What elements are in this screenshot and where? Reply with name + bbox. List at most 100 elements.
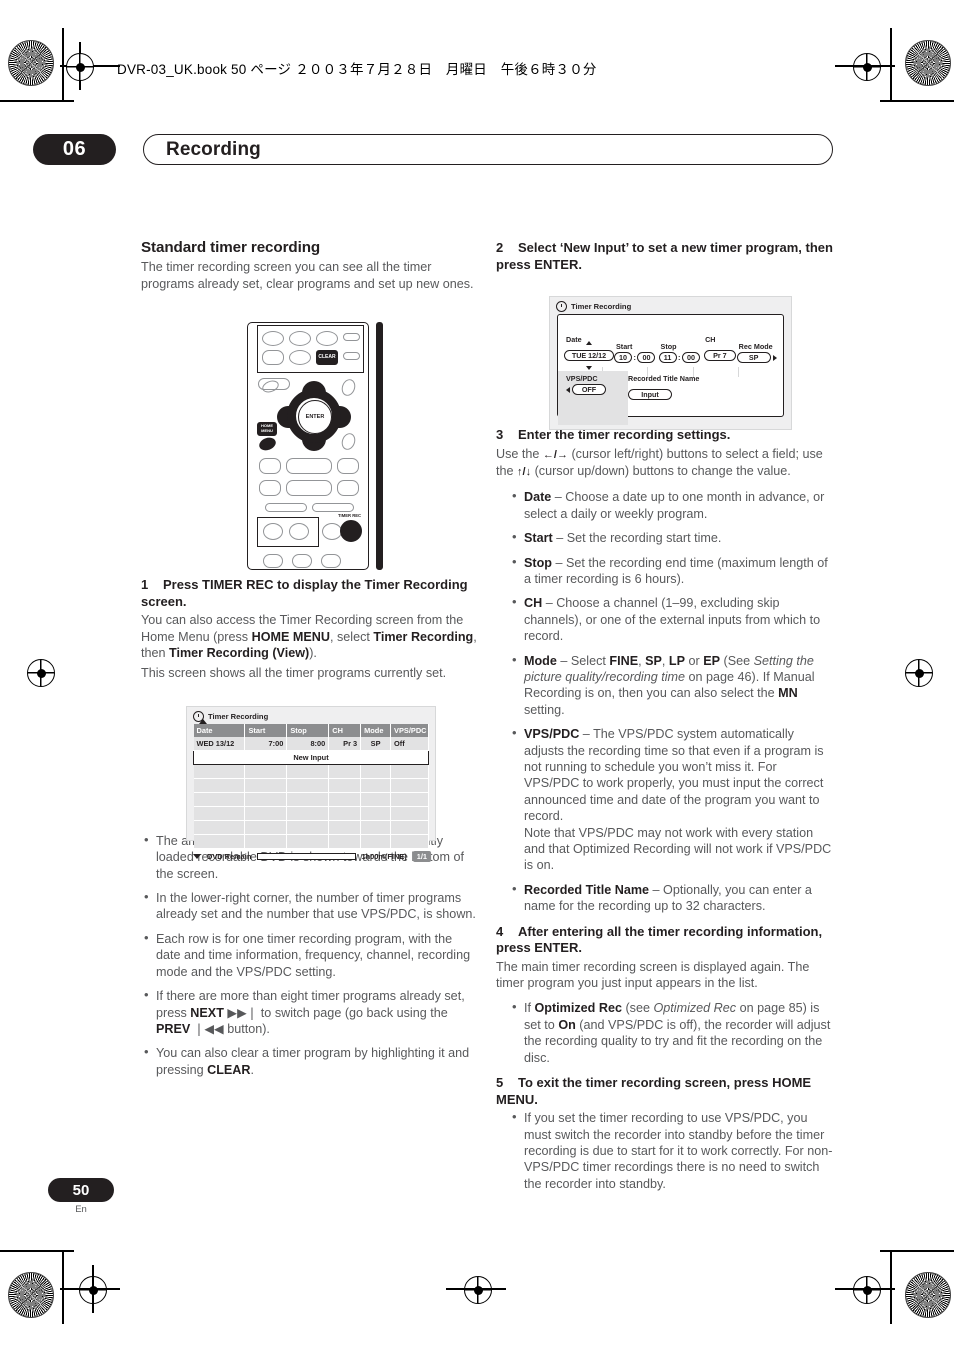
list-item: In the lower-right corner, the number of… xyxy=(141,889,478,923)
table-row[interactable] xyxy=(193,778,429,793)
date-field-value[interactable]: TUE 12/12 xyxy=(564,350,614,361)
start-hour-value[interactable]: 10 xyxy=(614,352,632,363)
cursor-dpad: ENTER xyxy=(277,381,351,451)
table-row[interactable] xyxy=(193,792,429,807)
registration-line-bottom-right xyxy=(835,1288,895,1290)
cell-empty xyxy=(390,764,429,779)
crop-mark-top xyxy=(0,100,74,102)
stop-field-label: Stop xyxy=(660,342,677,351)
table-row[interactable] xyxy=(193,806,429,821)
timer-rec-button-label: TIMER REC xyxy=(338,513,362,518)
ch-field-value[interactable]: Pr 7 xyxy=(703,350,736,361)
step-1-body: You can also access the Timer Recording … xyxy=(141,612,478,661)
cell-empty xyxy=(286,806,330,821)
halftone-circle-top-left xyxy=(8,40,54,86)
cell-empty xyxy=(193,792,246,807)
cell-empty xyxy=(286,792,330,807)
column-header-ch: CH xyxy=(328,724,362,737)
cell-empty xyxy=(244,806,288,821)
crop-mark-left-lower xyxy=(62,1250,64,1324)
step-1-text: Press TIMER REC to display the Timer Rec… xyxy=(141,577,468,609)
step-4-number: 4 xyxy=(496,923,504,939)
step-2-number: 2 xyxy=(496,240,504,255)
setting-term-recorded-title-name: Recorded Title Name xyxy=(524,882,650,897)
remote-button-lower xyxy=(259,458,281,474)
scroll-right-arrow-icon[interactable] xyxy=(772,354,777,361)
step-1-number: 1 xyxy=(141,577,149,593)
rec-mode-field[interactable]: Rec Mode SP xyxy=(736,342,777,363)
table-row[interactable] xyxy=(193,834,429,849)
optimized-rec-term: Optimized Rec xyxy=(534,1001,622,1016)
step-5-heading: 5 To exit the timer recording screen, pre… xyxy=(496,1075,833,1108)
ch-field[interactable]: CH Pr 7 xyxy=(703,335,737,363)
cell-empty xyxy=(328,792,362,807)
new-input-label: New Input xyxy=(193,750,429,765)
stop-hour-value[interactable]: 11 xyxy=(658,352,677,363)
cell-empty xyxy=(328,820,362,835)
scroll-left-arrow-icon[interactable] xyxy=(566,386,570,393)
cell-vpspdc: Off xyxy=(390,737,429,751)
step-1-body-part-g: ). xyxy=(309,646,317,661)
registration-line-bottom xyxy=(60,1288,120,1290)
bullet-clear-part-a: You can also clear a timer program by hi… xyxy=(156,1046,470,1077)
cell-empty xyxy=(360,764,392,779)
date-spin-down-icon[interactable] xyxy=(586,366,592,370)
mode-part-m: setting. xyxy=(524,702,565,717)
setting-term-stop: Stop xyxy=(524,555,552,570)
stop-field[interactable]: Stop 11 : 00 xyxy=(658,342,704,363)
vps-text-main: – The VPS/PDC system automatically adjus… xyxy=(524,727,824,824)
cell-empty xyxy=(390,834,429,849)
page-title: Recording xyxy=(166,138,261,160)
remote-button-numeric xyxy=(289,331,311,346)
stop-time-group: 11 : 00 xyxy=(658,352,704,363)
cell-empty xyxy=(360,792,392,807)
rec-mode-field-value[interactable]: SP xyxy=(736,352,771,363)
cell-empty xyxy=(286,820,330,835)
start-minute-value[interactable]: 00 xyxy=(637,352,656,363)
date-spin-up-icon[interactable] xyxy=(586,341,592,345)
cursor-up-down-arrows-icon: ↑/↓ xyxy=(517,465,532,478)
mode-part-a: – Select xyxy=(556,653,610,668)
table-row[interactable] xyxy=(193,820,429,835)
registration-line-top-right xyxy=(835,65,895,67)
stop-minute-value[interactable]: 00 xyxy=(682,352,700,363)
table-row[interactable] xyxy=(193,764,429,779)
list-item: CH – Choose a channel (1–99, excluding s… xyxy=(496,594,833,644)
start-field[interactable]: Start 10 : 00 xyxy=(614,342,659,363)
recorded-title-name-block: Recorded Title Name Input xyxy=(628,374,699,402)
rec-mode-group: SP xyxy=(736,352,777,363)
section-title: Standard timer recording xyxy=(141,239,321,256)
remote-button-numeric xyxy=(262,331,284,346)
registration-line-bottom-center xyxy=(446,1288,506,1290)
bullet-next-part-c: ▶▶❘ to switch page (go back using the xyxy=(223,1005,448,1020)
recorded-title-name-input-button[interactable]: Input xyxy=(628,389,672,400)
cell-mode: SP xyxy=(360,737,392,751)
timer-list-table-wrap: Date Start Stop CH Mode VPS/PDC WED 13/1… xyxy=(193,719,429,849)
scroll-down-caret-icon[interactable] xyxy=(193,854,201,859)
chapter-title-bar: Recording xyxy=(143,134,833,165)
dvd-remain-progress-bar xyxy=(257,853,356,860)
remote-button-numeric xyxy=(262,350,284,365)
cell-ch: Pr 3 xyxy=(328,737,362,751)
cell-empty xyxy=(328,806,362,821)
step-3-body-part-a: Use the xyxy=(496,446,543,461)
list-item: Each row is for one timer recording prog… xyxy=(141,930,478,980)
new-input-row[interactable]: New Input xyxy=(193,750,429,765)
cell-start: 7:00 xyxy=(244,737,288,751)
table-row[interactable]: WED 13/12 7:00 8:00 Pr 3 SP Off xyxy=(193,737,429,751)
registration-target-top-right xyxy=(853,53,881,81)
list-item: Date – Choose a date up to one month in … xyxy=(496,488,833,522)
setting-text-date: – Choose a date up to one month in advan… xyxy=(524,490,825,521)
vps-pdc-value[interactable]: OFF xyxy=(572,384,606,395)
remote-button-lower xyxy=(259,480,281,496)
date-field[interactable]: Date TUE 12/12 xyxy=(564,335,614,370)
clock-icon xyxy=(556,301,567,312)
timer-recording-view-term: Timer Recording (View) xyxy=(169,646,310,661)
list-item: You can also clear a timer program by hi… xyxy=(141,1044,478,1078)
remote-button-bottom xyxy=(292,554,312,568)
osd-title: Timer Recording xyxy=(208,712,269,721)
cell-empty xyxy=(390,820,429,835)
cell-empty xyxy=(286,764,330,779)
remote-button-lower-wide xyxy=(286,480,332,496)
step-4-bullet-part-c: (see xyxy=(621,1001,654,1016)
